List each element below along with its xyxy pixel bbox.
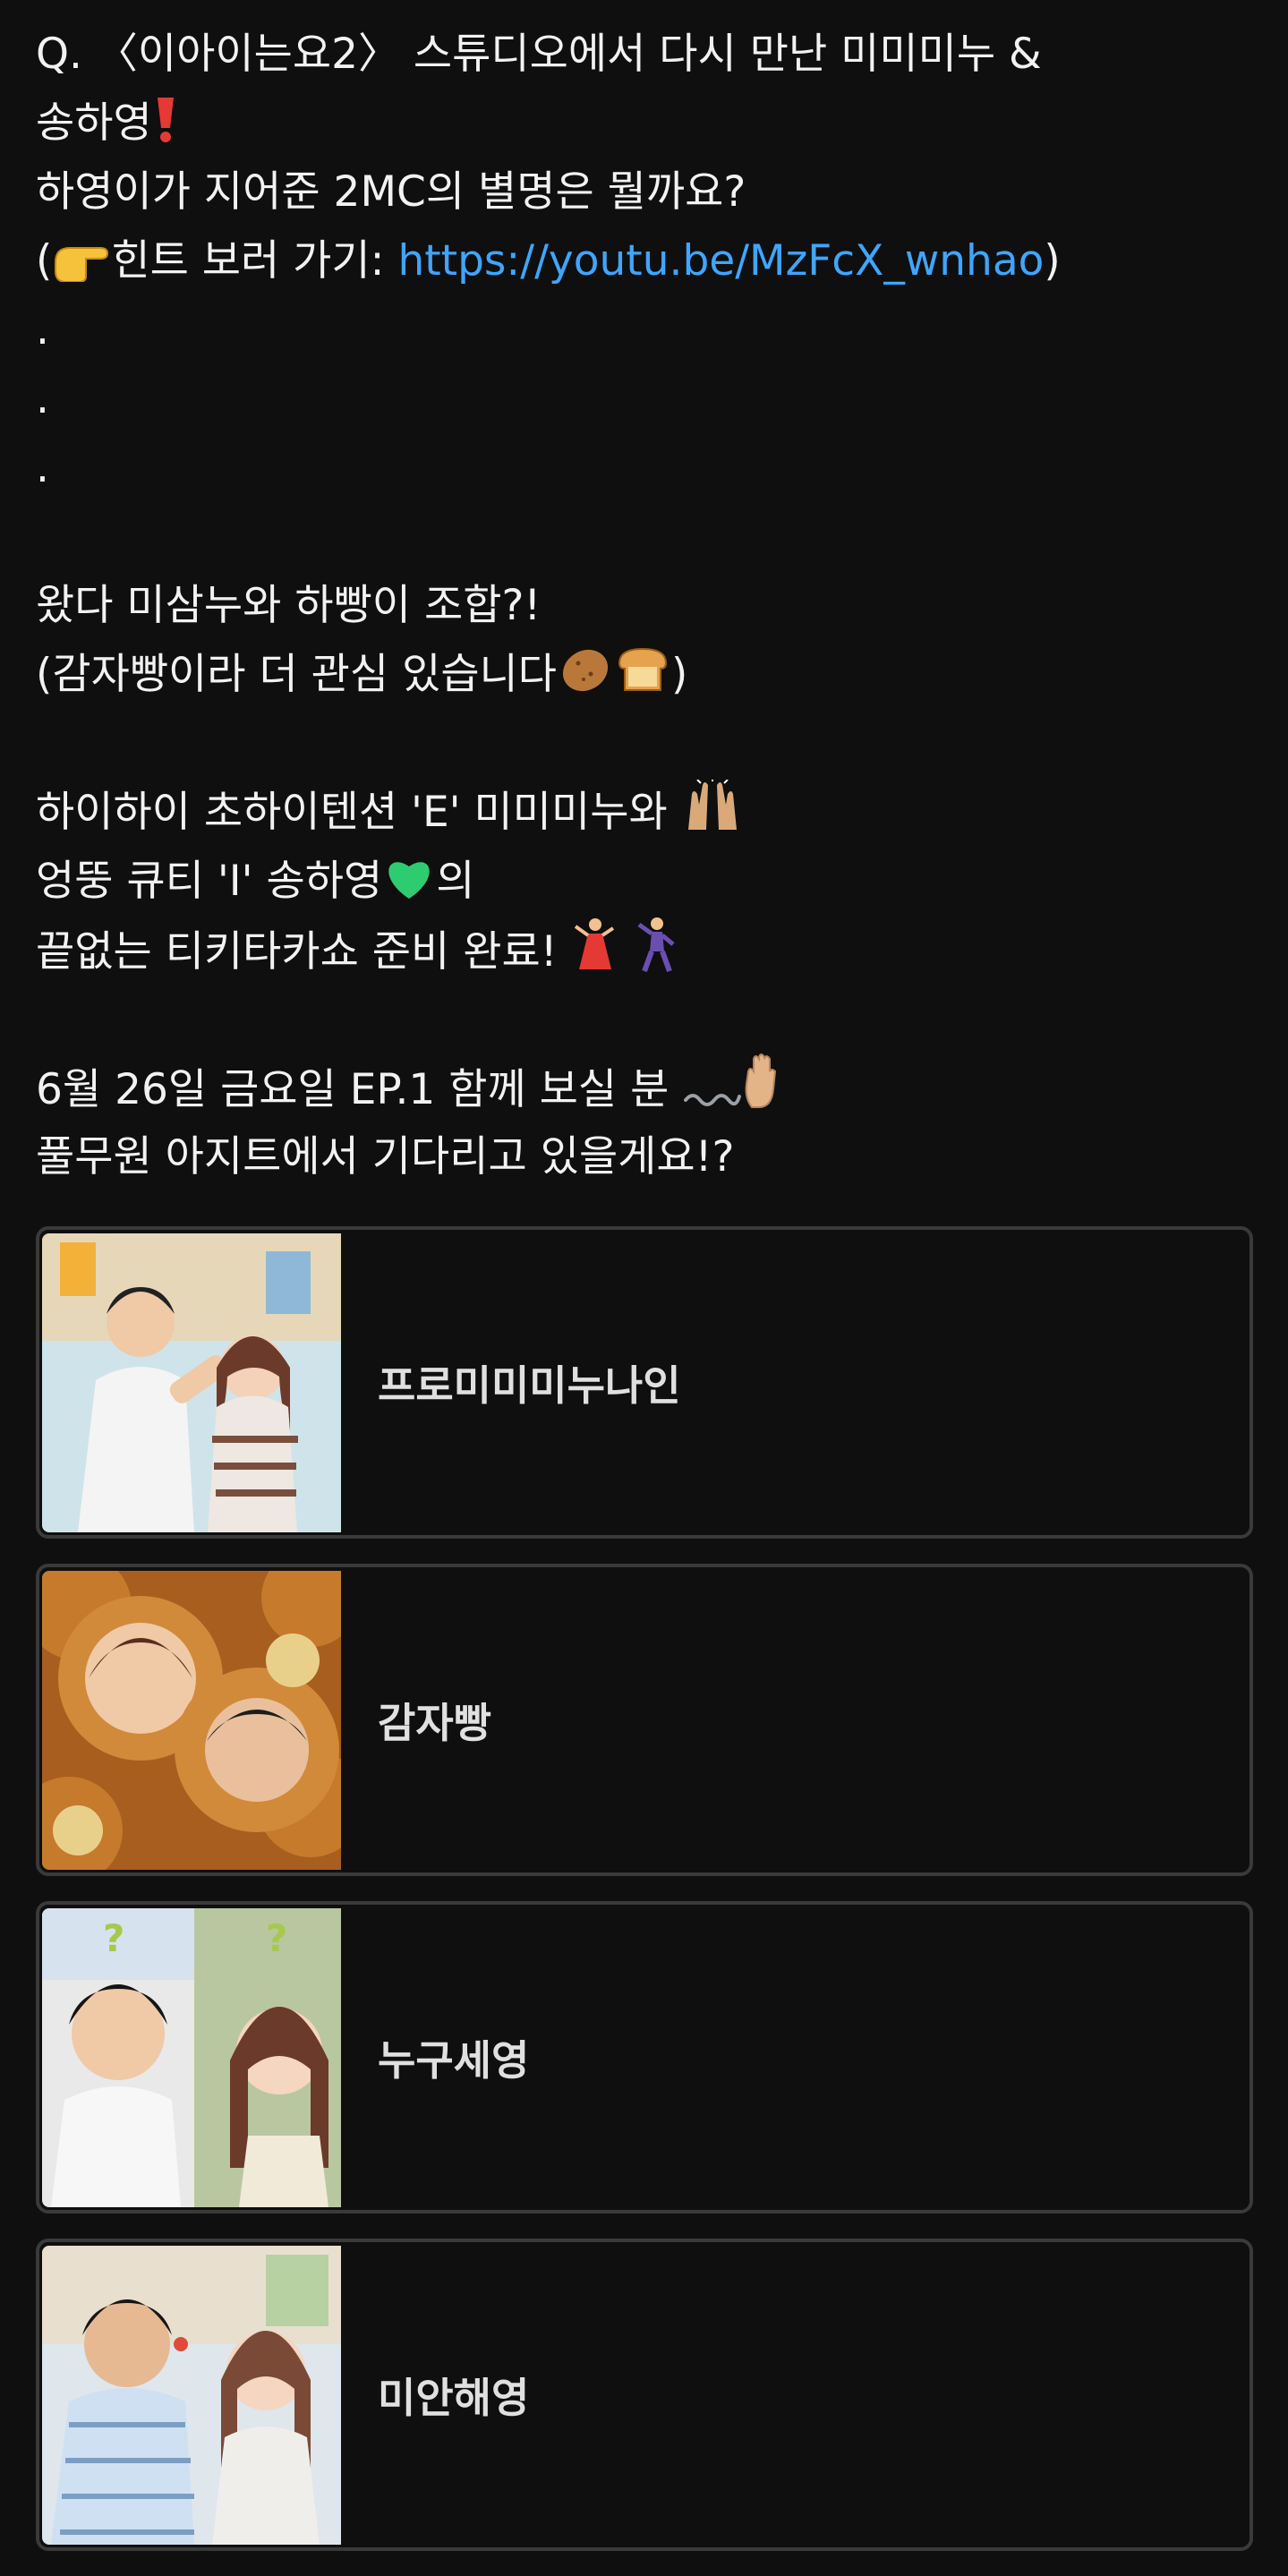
post-text: .	[36, 374, 49, 423]
option-thumbnail	[42, 1233, 341, 1532]
post-text: )	[671, 650, 688, 699]
post-line: .	[36, 295, 1253, 364]
exclamation-icon	[152, 94, 179, 165]
wavy-dash-icon	[682, 1062, 742, 1131]
dancer-icon	[570, 916, 618, 994]
svg-text:?: ?	[103, 1916, 124, 1960]
post-text: 송하영	[36, 98, 152, 148]
post-line: 하이하이 초하이텐션 'E' 미미미누와	[36, 778, 1253, 847]
poll-option[interactable]: ?? 누구세영	[36, 1901, 1253, 2213]
post-text	[618, 927, 632, 977]
raised-hands-icon	[681, 778, 744, 854]
post-line: 엉뚱 큐티 'I' 송하영 의	[36, 847, 1253, 916]
poll-option[interactable]: 감자빵	[36, 1564, 1253, 1876]
post-text: 왔다 미삼누와 하빵이 조합?!	[36, 581, 542, 630]
post-line: .	[36, 433, 1253, 502]
post-text: 6월 26일 금요일 EP.1 함께 보실 분	[36, 1065, 683, 1114]
post-text: 엉뚱 큐티 'I' 송하영	[36, 857, 383, 906]
post-line: ( 힌트 보러 가기: https://youtu.be/MzFcX_wnhao)	[36, 226, 1253, 295]
poll-options: 프로미미미누나인 감자빵?? 누구세영 미안해영	[36, 1226, 1253, 2576]
post-text: 하영이가 지어준 2MC의 별명은 뭘까요?	[36, 167, 746, 217]
poll-option[interactable]: 미안해영	[36, 2239, 1253, 2551]
post-line: 하영이가 지어준 2MC의 별명은 뭘까요?	[36, 158, 1253, 226]
option-label: 미안해영	[378, 2373, 530, 2422]
green-heart-icon	[382, 852, 436, 923]
post-line: Q. 〈이아이는요2〉 스튜디오에서 다시 만난 미미미누 &	[36, 20, 1253, 89]
svg-text:?: ?	[266, 1916, 287, 1960]
post-line: 6월 26일 금요일 EP.1 함께 보실 분	[36, 1053, 1253, 1122]
bread-icon	[614, 642, 671, 716]
post-line: 송하영	[36, 89, 1253, 158]
post-body: Q. 〈이아이는요2〉 스튜디오에서 다시 만난 미미미누 & 송하영하영이가 지…	[36, 20, 1253, 1191]
post-text: 의	[436, 857, 475, 906]
post-line: 끝없는 티키타카쇼 준비 완료!	[36, 916, 1253, 985]
option-thumbnail	[42, 1570, 341, 1870]
potato-icon	[557, 642, 614, 716]
option-label: 감자빵	[378, 1698, 491, 1747]
post-line: (감자빵이라 더 관심 있습니다)	[36, 640, 1253, 709]
post-text: .	[36, 305, 49, 354]
post-text: 끝없는 티키타카쇼 준비 완료!	[36, 927, 571, 977]
post-text: )	[1044, 236, 1061, 286]
post-text: Q. 〈이아이는요2〉 스튜디오에서 다시 만난 미미미누 &	[36, 30, 1042, 79]
post-text: (감자빵이라 더 관심 있습니다	[36, 650, 558, 699]
post-text: .	[36, 443, 49, 492]
post-line: 왔다 미삼누와 하빵이 조합?!	[36, 571, 1253, 640]
man-dancing-icon	[632, 916, 680, 994]
hint-link[interactable]: https://youtu.be/MzFcX_wnhao	[397, 236, 1044, 286]
option-thumbnail	[42, 2245, 341, 2545]
poll-option[interactable]: 프로미미미누나인	[36, 1226, 1253, 1539]
option-label: 프로미미미누나인	[378, 1361, 681, 1410]
post-text: 풀무원 아지트에서 기다리고 있을게요!?	[36, 1132, 735, 1181]
post-text: 하이하이 초하이텐션 'E' 미미미누와	[36, 788, 681, 837]
post-text: (	[36, 236, 53, 286]
post-text: 힌트 보러 가기:	[111, 236, 398, 286]
post-line: 풀무원 아지트에서 기다리고 있을게요!?	[36, 1122, 1253, 1191]
pointing-hand-icon	[52, 232, 111, 303]
option-label: 누구세영	[378, 2035, 530, 2085]
post-line: .	[36, 364, 1253, 433]
raised-hand-icon	[741, 1053, 791, 1131]
option-thumbnail: ??	[42, 1907, 341, 2207]
